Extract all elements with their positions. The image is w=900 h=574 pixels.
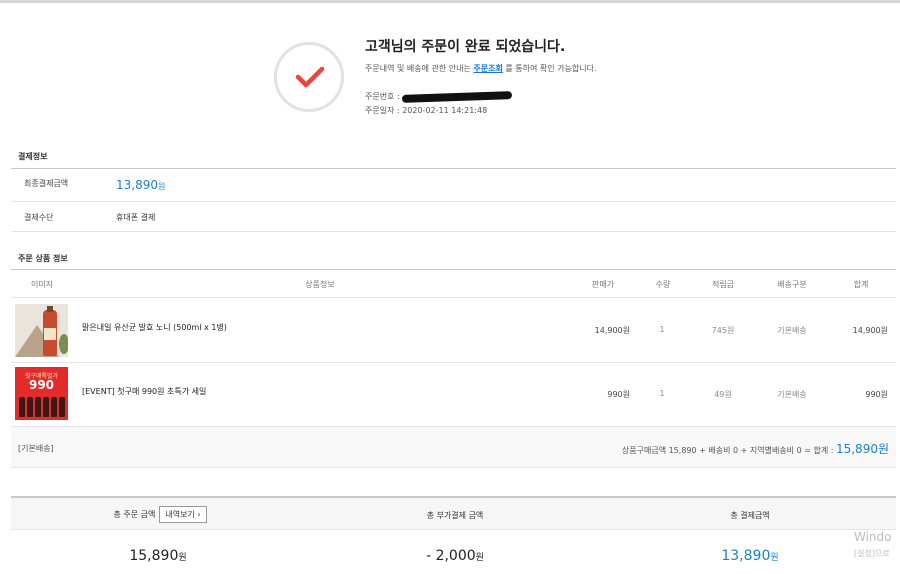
header-image: 이미지	[30, 280, 54, 289]
product-quantity: 1	[659, 389, 665, 398]
total-payment-label: 총 결제금액	[730, 511, 770, 520]
divider	[11, 201, 896, 202]
product-shipping: 기본배송	[777, 390, 807, 399]
total-payment-value: 13,890원	[116, 178, 166, 192]
shipping-summary-total: 15,890원	[835, 442, 889, 456]
top-divider	[0, 0, 900, 3]
divider	[11, 168, 896, 169]
header-price: 판매가	[591, 280, 615, 289]
divider	[11, 269, 896, 270]
shipping-summary: 상품구매금액 15,890 + 배송비 0 + 지역별배송비 0 = 합계 : …	[621, 442, 889, 456]
header-product-info: 상품정보	[305, 280, 335, 289]
payment-method-value: 휴대폰 결제	[116, 213, 156, 222]
final-payment-value: 13,890원	[721, 548, 779, 564]
details-button[interactable]: 내역보기 ›	[159, 506, 207, 523]
extra-payment-label: 총 부가결제 금액	[426, 511, 484, 520]
divider	[11, 362, 896, 363]
order-total-label: 총 주문 금액 내역보기 ›	[90, 506, 230, 523]
order-date: 주문일자 : 2020-02-11 14:21:48	[365, 106, 488, 115]
header-quantity: 수량	[655, 280, 671, 289]
completion-title: 고객님의 주문이 완료 되었습니다.	[365, 39, 566, 55]
order-number: 주문번호 :	[365, 90, 512, 103]
product-total: 14,900원	[852, 326, 888, 335]
product-name-link[interactable]: [EVENT] 첫구매 990원 초특가 세일	[82, 386, 206, 397]
payment-section-title: 결제정보	[18, 152, 48, 161]
order-lookup-link[interactable]: 주문조회	[473, 64, 502, 73]
redacted-order-number	[401, 90, 512, 103]
order-total-value: 15,890원	[129, 548, 187, 564]
total-payment-label: 최종결제금액	[24, 179, 69, 188]
product-price: 14,900원	[594, 326, 630, 335]
payment-method-label: 결제수단	[24, 213, 54, 222]
header-total: 합계	[853, 280, 869, 289]
product-thumbnail-event[interactable]: 첫구매특별가 990	[15, 367, 68, 420]
product-shipping: 기본배송	[777, 326, 807, 335]
product-points: 49원	[714, 390, 732, 399]
header-points: 적립금	[711, 280, 735, 289]
divider	[11, 297, 896, 298]
chevron-right-icon: ›	[197, 510, 201, 519]
header-shipping: 배송구분	[777, 280, 807, 289]
shipping-type: [기본배송]	[18, 444, 54, 453]
extra-payment-value: - 2,000원	[426, 548, 484, 564]
divider	[11, 231, 896, 232]
product-thumbnail-noni[interactable]	[15, 304, 68, 357]
windows-activation-watermark-sub: [설정]으로	[854, 549, 890, 558]
checkmark-icon	[295, 66, 325, 88]
products-section-title: 주문 상품 정보	[18, 254, 68, 263]
check-circle-icon	[274, 42, 344, 112]
product-name-link[interactable]: 맑은내일 유산균 발효 노니 (500ml x 1병)	[82, 322, 227, 333]
product-price: 990원	[607, 390, 630, 399]
product-points: 745원	[711, 326, 735, 335]
product-total: 990원	[865, 390, 888, 399]
product-quantity: 1	[659, 325, 665, 334]
windows-activation-watermark: Windo	[854, 530, 892, 544]
completion-description: 주문내역 및 배송에 관한 안내는 주문조회 를 통하여 확인 가능합니다.	[365, 64, 597, 73]
